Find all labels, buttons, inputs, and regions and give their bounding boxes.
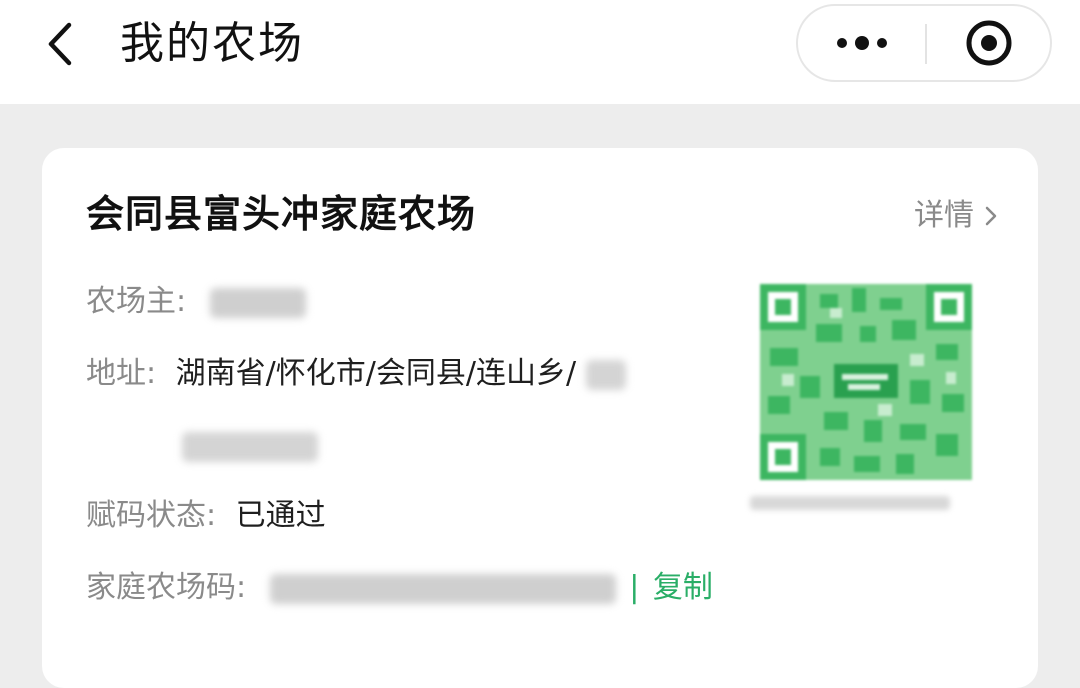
close-mini-program-button[interactable] <box>928 6 1050 80</box>
farm-code-redacted <box>269 573 616 604</box>
qr-caption-redacted <box>750 496 950 510</box>
owner-row: 农场主: <box>86 280 306 324</box>
code-label: 家庭农场码: <box>86 570 247 605</box>
farm-card: 会同县富头冲家庭农场 详情 农场主: 地址: 湖南省/怀化市/会同县/连山乡/ … <box>42 148 1038 688</box>
copy-button[interactable]: 复制 <box>653 570 713 605</box>
code-row: 家庭农场码: | 复制 <box>86 566 713 610</box>
mini-program-capsule <box>796 4 1052 82</box>
address-detail-redacted <box>585 359 626 390</box>
farm-qr-code[interactable] <box>760 284 972 480</box>
address-row-2 <box>182 424 318 468</box>
detail-label: 详情 <box>914 198 974 233</box>
more-button[interactable] <box>798 6 926 80</box>
address-label: 地址: <box>86 356 157 391</box>
page-title: 我的农场 <box>120 18 304 69</box>
code-separator: | <box>629 570 640 605</box>
navigation-bar: 我的农场 <box>0 0 1080 104</box>
back-button[interactable] <box>30 14 90 74</box>
owner-name-redacted <box>209 287 306 318</box>
farm-name: 会同县富头冲家庭农场 <box>86 192 477 236</box>
status-row: 赋码状态: 已通过 <box>86 494 326 538</box>
status-label: 赋码状态: <box>86 498 217 533</box>
address-row: 地址: 湖南省/怀化市/会同县/连山乡/ <box>86 352 626 396</box>
more-dots-icon <box>837 36 887 50</box>
target-close-icon <box>966 20 1012 66</box>
chevron-right-icon <box>985 206 997 226</box>
address-value: 湖南省/怀化市/会同县/连山乡/ <box>175 356 577 391</box>
status-value: 已通过 <box>235 498 326 533</box>
capsule-divider <box>925 24 927 64</box>
chevron-left-icon <box>48 22 72 66</box>
address-line2-redacted <box>182 431 318 462</box>
detail-link[interactable]: 详情 <box>914 194 998 238</box>
owner-label: 农场主: <box>86 284 187 319</box>
